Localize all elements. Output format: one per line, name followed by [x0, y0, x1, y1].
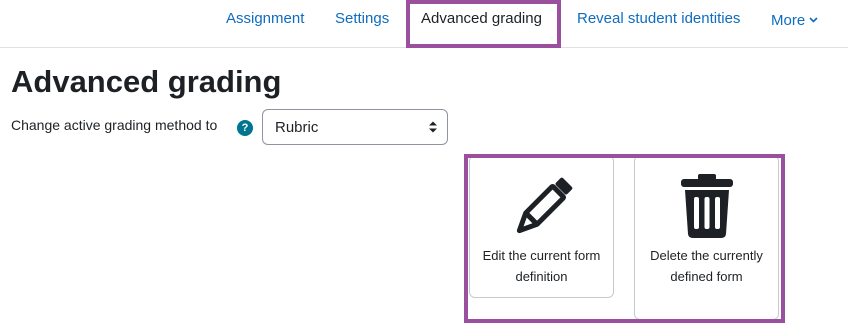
pencil-icon [508, 174, 576, 247]
secondary-navigation: Assignment Settings Advanced grading Rev… [0, 0, 848, 48]
tab-advanced-grading[interactable]: Advanced grading [421, 10, 542, 27]
grading-method-label: Change active grading method to [11, 117, 218, 133]
tab-assignment[interactable]: Assignment [226, 10, 304, 27]
page-title: Advanced grading [11, 64, 282, 99]
tab-settings[interactable]: Settings [335, 10, 389, 27]
trash-icon [679, 174, 735, 243]
chevron-down-icon [809, 10, 818, 27]
help-icon[interactable]: ? [237, 120, 253, 136]
tab-reveal-student-identities[interactable]: Reveal student identities [577, 10, 740, 27]
grading-method-selected-value: Rubric [275, 119, 319, 136]
delete-form-button[interactable]: Delete the currently defined form [634, 155, 779, 320]
delete-form-label: Delete the currently defined form [650, 248, 763, 284]
tab-more[interactable]: More [771, 10, 818, 29]
edit-form-definition-label: Edit the current form definition [482, 248, 601, 284]
tab-more-label: More [771, 12, 806, 29]
edit-form-definition-button[interactable]: Edit the current form definition [469, 155, 614, 298]
grading-method-select[interactable]: Rubric [262, 109, 448, 145]
select-caret-icon [428, 120, 438, 134]
